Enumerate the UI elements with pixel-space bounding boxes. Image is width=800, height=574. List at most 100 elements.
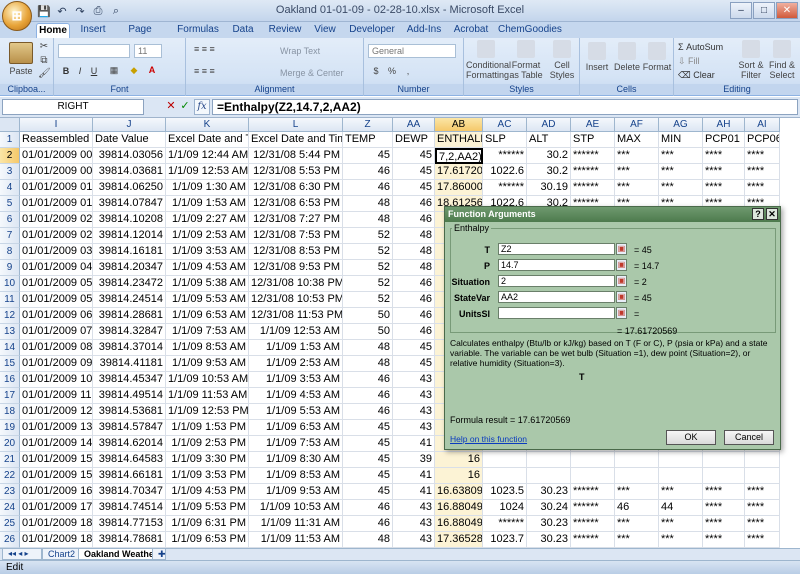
insert-cells-button[interactable]: Insert (582, 42, 612, 72)
row-header[interactable]: 12 (0, 308, 20, 324)
column-title-cell[interactable]: ALT (527, 132, 571, 148)
table-cell[interactable]: 52 (343, 244, 393, 260)
autosum-button[interactable]: Σ AutoSum (678, 42, 738, 52)
table-cell[interactable]: 01/01/2009 15:30 (20, 452, 93, 468)
office-button[interactable]: ⊞ (2, 1, 32, 31)
help-on-function-link[interactable]: Help on this function (450, 434, 527, 444)
table-cell[interactable]: 1/1/09 9:53 AM (166, 356, 249, 372)
table-cell[interactable]: 41 (393, 468, 435, 484)
table-cell[interactable]: 46 (343, 516, 393, 532)
table-cell[interactable]: *** (659, 484, 703, 500)
table-cell[interactable]: 01/01/2009 18:53 (20, 532, 93, 548)
table-cell[interactable]: 50 (343, 324, 393, 340)
table-cell[interactable]: 12/31/08 8:53 PM (249, 244, 343, 260)
table-cell[interactable]: 12/31/08 9:53 PM (249, 260, 343, 276)
column-title-cell[interactable]: Excel Date and Time P (249, 132, 343, 148)
column-header-ac[interactable]: AC (483, 118, 527, 132)
column-header-i[interactable]: I (20, 118, 93, 132)
table-cell[interactable]: **** (745, 164, 780, 180)
column-title-cell[interactable]: STP (571, 132, 615, 148)
font-name-box[interactable] (58, 44, 130, 58)
table-cell[interactable] (483, 452, 527, 468)
table-cell[interactable] (745, 468, 780, 484)
table-cell[interactable] (659, 452, 703, 468)
dialog-close-button[interactable]: ✕ (766, 208, 778, 220)
collapse-dialog-icon[interactable]: ▣ (616, 275, 627, 287)
percent-button[interactable]: % (386, 66, 398, 76)
table-cell[interactable]: 1/1/09 5:38 AM (166, 276, 249, 292)
number-format-box[interactable]: General (368, 44, 456, 58)
table-cell[interactable]: 39814.28681 (93, 308, 166, 324)
table-cell[interactable]: 1023.5 (483, 484, 527, 500)
column-title-cell[interactable]: TEMP (343, 132, 393, 148)
table-cell[interactable]: 39814.06250 (93, 180, 166, 196)
table-cell[interactable]: 01/01/2009 13:53 (20, 420, 93, 436)
table-cell[interactable]: ****** (571, 532, 615, 548)
table-cell[interactable]: 1/1/09 11:31 AM (249, 516, 343, 532)
table-cell[interactable]: 1/1/09 8:53 AM (166, 340, 249, 356)
collapse-dialog-icon[interactable]: ▣ (616, 243, 627, 255)
table-cell[interactable]: 46 (343, 164, 393, 180)
table-cell[interactable]: *** (615, 532, 659, 548)
table-cell[interactable]: 01/01/2009 08:53 (20, 340, 93, 356)
tab-home[interactable]: Home (36, 23, 70, 38)
ok-button[interactable]: OK (666, 430, 716, 445)
table-cell[interactable]: 1/1/09 2:53 AM (166, 228, 249, 244)
table-cell[interactable]: **** (703, 516, 745, 532)
row-header[interactable]: 8 (0, 244, 20, 260)
table-cell[interactable]: 1/1/09 4:53 AM (249, 388, 343, 404)
table-cell[interactable]: 46 (393, 212, 435, 228)
table-cell[interactable]: 39814.03056 (93, 148, 166, 164)
row-header[interactable]: 1 (0, 132, 20, 148)
table-cell[interactable]: 39814.41181 (93, 356, 166, 372)
row-header[interactable]: 4 (0, 180, 20, 196)
cancel-formula-button[interactable]: ✕ (164, 99, 178, 115)
table-cell[interactable]: 39814.03681 (93, 164, 166, 180)
table-cell[interactable]: **** (745, 484, 780, 500)
table-cell[interactable]: 12/31/08 7:27 PM (249, 212, 343, 228)
table-cell[interactable]: 1/1/09 8:30 AM (249, 452, 343, 468)
table-cell[interactable]: 52 (343, 276, 393, 292)
table-cell[interactable]: 1/1/09 12:53 PM (166, 404, 249, 420)
table-cell[interactable]: 01/01/2009 00:53 (20, 164, 93, 180)
cut-icon[interactable]: ✂ (38, 42, 50, 52)
table-cell[interactable] (703, 468, 745, 484)
insert-function-button[interactable]: fx (194, 99, 210, 115)
table-cell[interactable] (745, 452, 780, 468)
table-cell[interactable]: 43 (393, 388, 435, 404)
table-cell[interactable]: 01/01/2009 15:53 (20, 468, 93, 484)
table-cell[interactable]: 1/1/09 1:53 AM (249, 340, 343, 356)
table-cell[interactable]: 45 (393, 164, 435, 180)
table-cell[interactable] (703, 452, 745, 468)
paste-button[interactable]: Paste (6, 42, 36, 76)
table-cell[interactable]: 1/1/09 5:53 PM (166, 500, 249, 516)
table-cell[interactable]: 01/01/2009 02:27 (20, 212, 93, 228)
row-header[interactable]: 11 (0, 292, 20, 308)
merge-center-button[interactable]: Merge & Center (280, 68, 344, 78)
table-cell[interactable]: 43 (393, 532, 435, 548)
table-cell[interactable] (483, 468, 527, 484)
table-cell[interactable]: 01/01/2009 00:44 (20, 148, 93, 164)
tab-developer[interactable]: Developer (348, 23, 396, 38)
column-title-cell[interactable]: PCP01 (703, 132, 745, 148)
table-cell[interactable]: *** (659, 148, 703, 164)
table-cell[interactable]: 39 (393, 452, 435, 468)
table-cell[interactable]: 48 (343, 532, 393, 548)
currency-button[interactable]: $ (370, 66, 382, 76)
table-cell[interactable]: ****** (483, 148, 527, 164)
table-cell[interactable]: 1/1/09 6:53 AM (166, 308, 249, 324)
table-cell[interactable]: 30.24 (527, 500, 571, 516)
row-header[interactable]: 22 (0, 468, 20, 484)
table-cell[interactable]: 1/1/09 12:53 AM (166, 164, 249, 180)
table-cell[interactable]: 43 (393, 516, 435, 532)
table-cell[interactable]: 1/1/09 9:53 AM (249, 484, 343, 500)
table-cell[interactable]: 1/1/09 10:53 AM (249, 500, 343, 516)
table-cell[interactable]: 1/1/09 4:53 AM (166, 260, 249, 276)
table-cell[interactable]: 46 (393, 308, 435, 324)
table-cell[interactable]: 01/01/2009 16:53 (20, 484, 93, 500)
table-cell[interactable]: 30.23 (527, 484, 571, 500)
table-cell[interactable]: 1/1/09 12:53 AM (249, 324, 343, 340)
table-cell[interactable]: 01/01/2009 06:53 (20, 308, 93, 324)
row-header[interactable]: 21 (0, 452, 20, 468)
table-cell[interactable]: 01/01/2009 11:53 (20, 388, 93, 404)
